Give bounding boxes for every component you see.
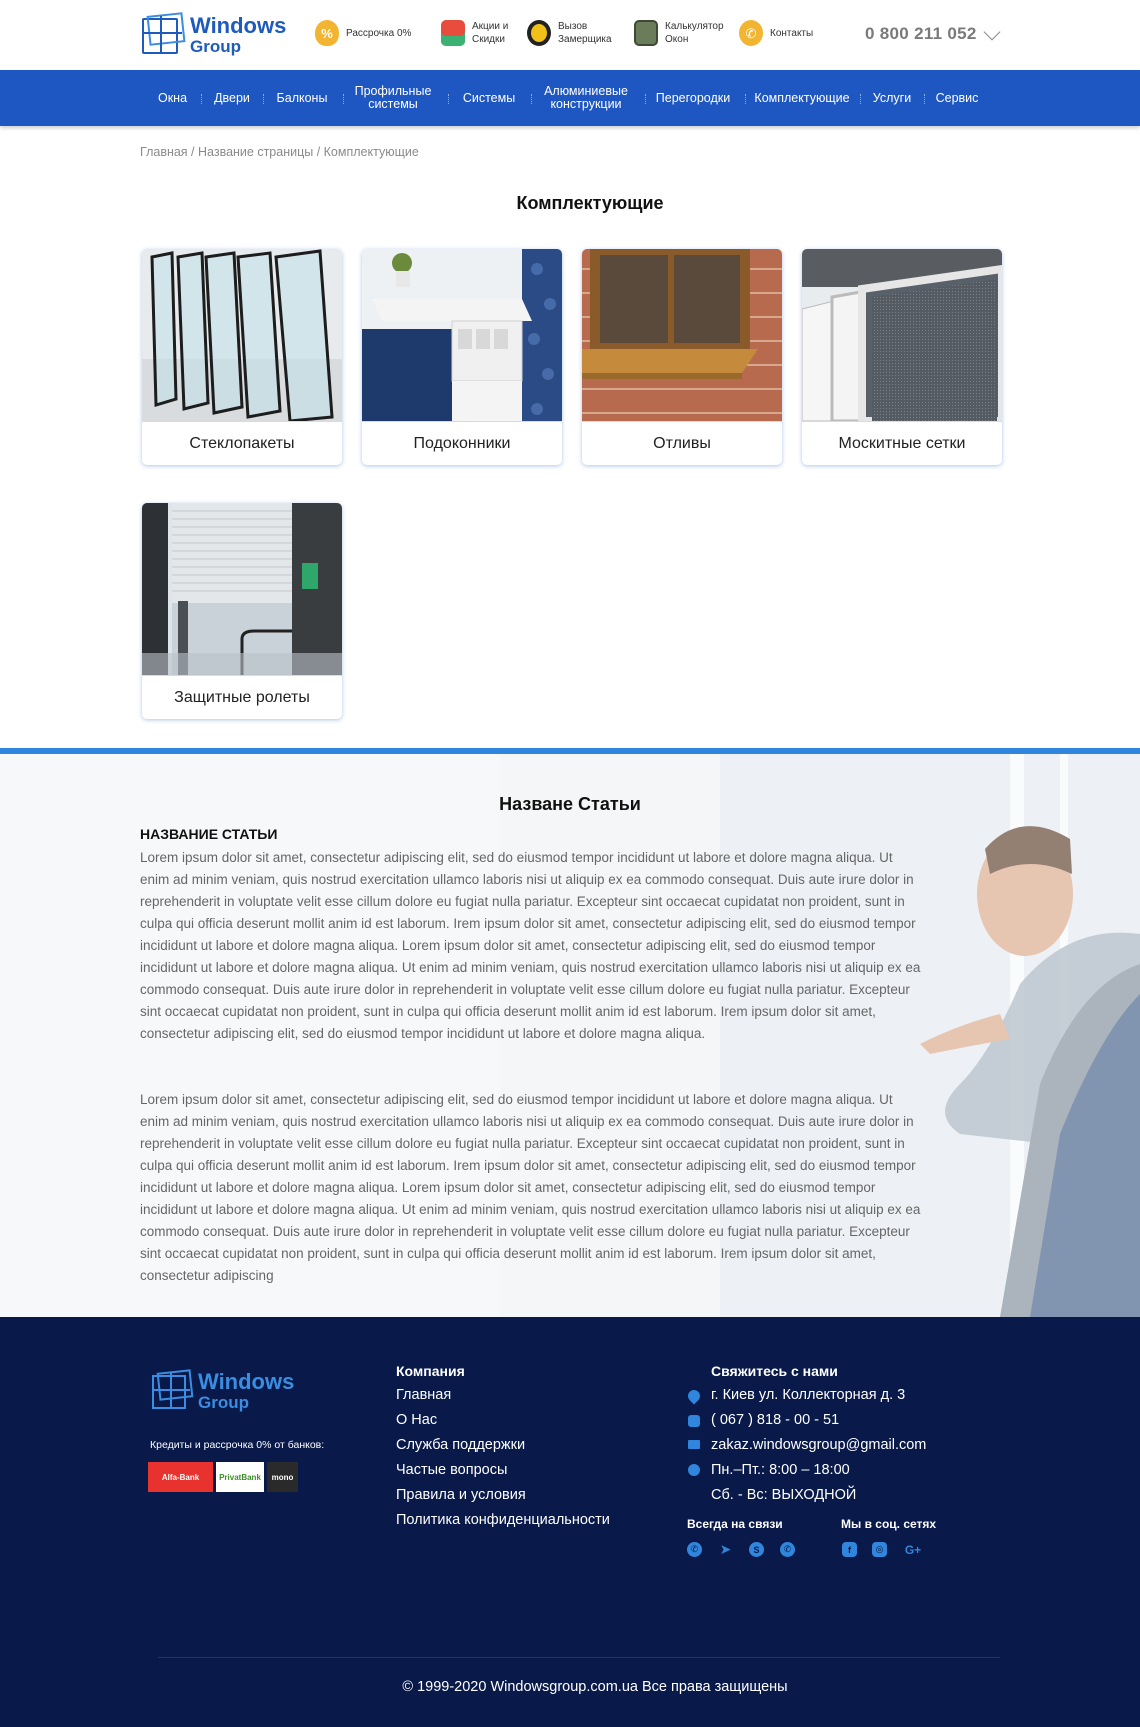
header: Windows Group % Рассрочка 0% Акции и Скид… [0, 0, 1140, 70]
credit-note: Кредиты и рассрочка 0% от банков: [150, 1439, 325, 1451]
roller-shutters-image [142, 503, 342, 675]
main-nav: Окна Двери Балконы Профильные системы Сис… [0, 70, 1140, 126]
viber-icon[interactable]: ✆ [687, 1542, 702, 1557]
piggy-bank-icon: % [315, 20, 339, 46]
nav-item-service[interactable]: Сервис [931, 70, 983, 126]
footer-divider [158, 1657, 1000, 1658]
chevron-down-icon[interactable] [983, 23, 1001, 41]
footer: Windows Group Кредиты и рассрочка 0% от … [0, 1317, 1140, 1727]
nav-item-windows[interactable]: Окна [152, 70, 193, 126]
header-measure-link[interactable]: Вызов Замерщика [527, 20, 612, 46]
article-section: Назване Статьи НАЗВАНИЕ СТАТЬИ Lorem ips… [0, 754, 1140, 1317]
category-card-label: Стеклопакеты [142, 421, 342, 465]
mosquito-nets-image [802, 249, 1002, 421]
nav-item-profile-systems[interactable]: Профильные системы [346, 70, 440, 126]
article-subtitle: НАЗВАНИЕ СТАТЬИ [140, 826, 278, 842]
category-card-roller-shutters[interactable]: Защитные ролеты [142, 503, 342, 719]
nav-item-partitions[interactable]: Перегородки [651, 70, 735, 126]
header-promo-label2: Скидки [472, 34, 505, 45]
category-card-label: Москитные сетки [802, 421, 1002, 465]
nav-item-services[interactable]: Услуги [868, 70, 916, 126]
breadcrumb[interactable]: Главная / Название страницы / Комплектую… [140, 145, 419, 159]
phone-icon: ✆ [739, 20, 763, 46]
header-calculator-label1: Калькулятор [665, 21, 724, 32]
privatbank-logo[interactable]: PrivatBank [216, 1462, 264, 1492]
footer-address: г. Киев ул. Коллекторная д. 3 [711, 1387, 906, 1403]
header-contacts-link[interactable]: ✆ Контакты [739, 20, 813, 46]
header-measure-label1: Вызов [558, 21, 588, 32]
telegram-icon[interactable]: ➤ [718, 1541, 733, 1557]
header-calculator-label2: Окон [665, 34, 689, 45]
header-installment-link[interactable]: % Рассрочка 0% [315, 20, 411, 46]
copyright: © 1999-2020 Windowsgroup.com.ua Все прав… [402, 1679, 788, 1695]
footer-hours-weekdays: Пн.–Пт.: 8:00 – 18:00 [711, 1462, 850, 1478]
footer-email[interactable]: zakaz.windowsgroup@gmail.com [711, 1437, 926, 1453]
gift-icon [441, 20, 465, 46]
article-paragraph-2: Lorem ipsum dolor sit amet, consectetur … [140, 1092, 921, 1283]
header-promo-label1: Акции и [472, 21, 509, 32]
footer-link-terms[interactable]: Правила и условия [396, 1487, 526, 1503]
footer-logo[interactable]: Windows Group [150, 1369, 294, 1413]
article-title: Назване Статьи [499, 794, 641, 814]
logo[interactable]: Windows Group [140, 12, 286, 58]
category-card-label: Защитные ролеты [142, 675, 342, 719]
facebook-icon[interactable]: f [842, 1542, 857, 1557]
nav-item-aluminium[interactable]: Алюминиевые конструкции [535, 70, 637, 126]
footer-logo-line2: Group [198, 1393, 249, 1412]
footer-hours-weekend: Сб. - Вс: ВЫХОДНОЙ [711, 1487, 857, 1503]
nav-item-balconies[interactable]: Балконы [271, 70, 333, 126]
calculator-icon [634, 20, 658, 46]
header-promo-link[interactable]: Акции и Скидки [441, 20, 508, 46]
alfa-bank-logo[interactable]: Alfa-Bank [148, 1462, 213, 1492]
footer-link-about[interactable]: О Нас [396, 1412, 437, 1428]
header-calculator-link[interactable]: Калькулятор Окон [634, 20, 724, 46]
glass-units-image [142, 249, 342, 421]
category-card-label: Подоконники [362, 421, 562, 465]
category-card-mosquito-nets[interactable]: Москитные сетки [802, 249, 1002, 465]
contact-heading: Свяжитесь с нами [711, 1363, 838, 1379]
messengers-heading: Всегда на связи [687, 1517, 783, 1531]
header-installment-label: Рассрочка 0% [346, 27, 412, 39]
header-measure-label2: Замерщика [558, 34, 612, 45]
whatsapp-icon[interactable]: ✆ [780, 1542, 795, 1557]
skype-icon[interactable]: S [749, 1542, 764, 1557]
google-plus-icon[interactable]: G+ [902, 1542, 924, 1557]
nav-item-accessories[interactable]: Комплектующие [752, 70, 852, 126]
social-heading: Мы в соц. сетях [841, 1517, 937, 1531]
logo-text-line1: Windows [190, 13, 287, 38]
logo-window-icon [150, 1369, 194, 1413]
header-phone[interactable]: 0 800 211 052 [865, 24, 977, 44]
footer-link-support[interactable]: Служба поддержки [396, 1437, 525, 1453]
phone-icon [688, 1415, 700, 1427]
footer-phone[interactable]: ( 067 ) 818 - 00 - 51 [711, 1412, 839, 1428]
nav-item-doors[interactable]: Двери [209, 70, 255, 126]
footer-logo-line1: Windows [198, 1369, 295, 1394]
article-paragraph-1: Lorem ipsum dolor sit amet, consectetur … [140, 850, 921, 1041]
footer-link-faq[interactable]: Частые вопросы [396, 1462, 507, 1478]
clock-icon [688, 1464, 700, 1476]
category-card-sills[interactable]: Подоконники [362, 249, 562, 465]
monobank-logo[interactable]: mono [267, 1462, 298, 1492]
header-contacts-label: Контакты [770, 27, 814, 39]
logo-window-icon [140, 12, 186, 58]
page-title: Комплектующие [516, 193, 664, 213]
company-heading: Компания [396, 1363, 465, 1379]
footer-link-privacy[interactable]: Политика конфиденциальности [396, 1512, 610, 1528]
mail-icon [688, 1440, 700, 1449]
location-pin-icon [685, 1387, 703, 1405]
category-card-ebbs[interactable]: Отливы [582, 249, 782, 465]
instagram-icon[interactable]: ◎ [872, 1542, 887, 1557]
footer-link-home[interactable]: Главная [396, 1387, 451, 1403]
tape-measure-icon [527, 20, 551, 46]
window-sills-image [362, 249, 562, 421]
logo-text-line2: Group [190, 37, 241, 56]
category-card-label: Отливы [582, 421, 782, 465]
window-ebbs-image [582, 249, 782, 421]
category-card-glass-units[interactable]: Стеклопакеты [142, 249, 342, 465]
nav-item-systems[interactable]: Системы [456, 70, 522, 126]
